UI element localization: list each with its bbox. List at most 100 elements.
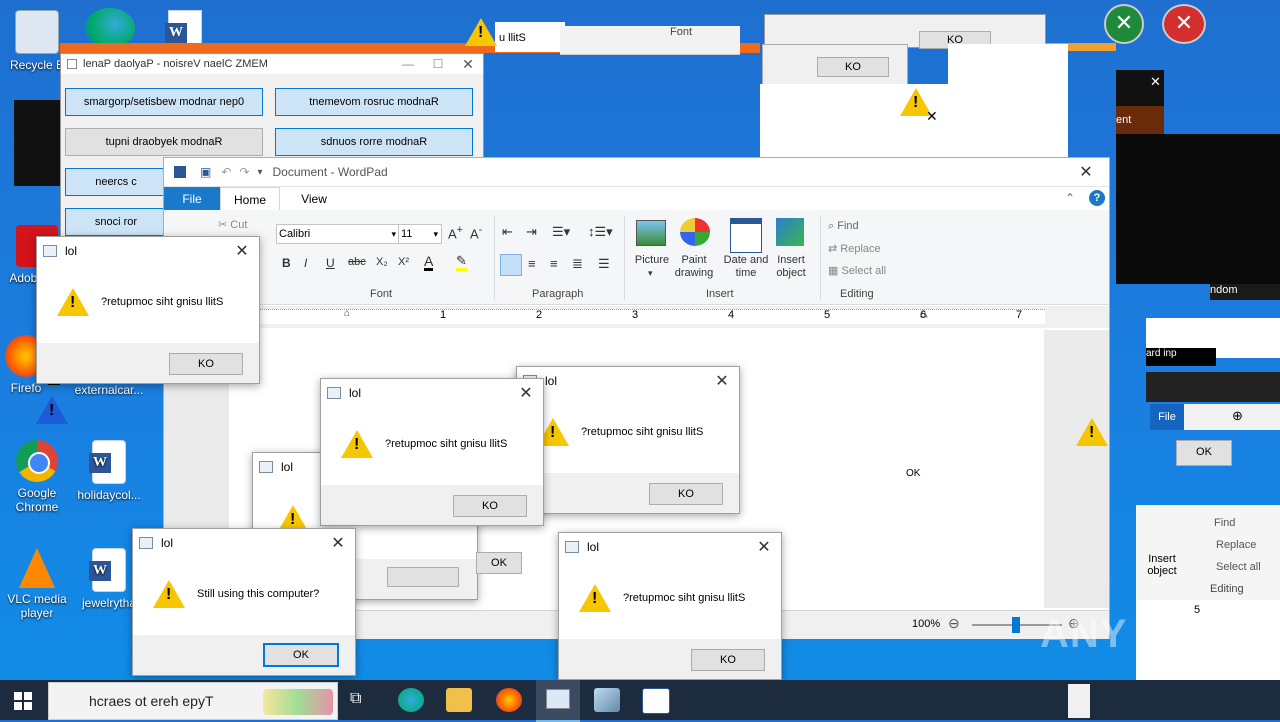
- quick-access-dropdown-icon[interactable]: ▾: [257, 167, 262, 178]
- ok-button[interactable]: OK: [906, 468, 920, 479]
- justify-icon[interactable]: ≣: [572, 256, 583, 272]
- white-fragment: ard inp: [1146, 318, 1280, 366]
- file-tab[interactable]: File: [1150, 404, 1184, 430]
- strikethrough-icon[interactable]: abc: [348, 256, 366, 268]
- notepad-icon[interactable]: [594, 688, 620, 712]
- font-color-icon[interactable]: A: [424, 254, 434, 271]
- line-spacing-icon[interactable]: ↕☰▾: [588, 224, 613, 240]
- taskbar-memz-item[interactable]: [536, 680, 580, 722]
- payload-keyboard-input-button[interactable]: tupni draobyek modnaR: [65, 128, 263, 156]
- close-circle-icon: ✕: [1104, 4, 1144, 44]
- close-icon[interactable]: ✕: [926, 108, 938, 125]
- start-button[interactable]: [14, 692, 32, 710]
- indent-marker-icon[interactable]: ⌂: [344, 308, 350, 319]
- holidaycol-doc-icon[interactable]: holidaycol...: [72, 440, 146, 502]
- google-chrome-icon[interactable]: Google Chrome: [0, 440, 74, 514]
- right-indent-marker-icon[interactable]: △: [920, 308, 928, 319]
- paint-drawing-button[interactable]: Paint drawing: [670, 254, 718, 280]
- find-button[interactable]: ⌕ Find: [828, 220, 859, 233]
- help-icon[interactable]: ?: [1089, 190, 1105, 206]
- tab-file[interactable]: File: [164, 187, 220, 211]
- wordpad-icon[interactable]: [642, 688, 670, 714]
- redo-icon[interactable]: ↷: [239, 165, 249, 179]
- close-icon[interactable]: ✕: [747, 537, 781, 557]
- tab-view[interactable]: View: [292, 187, 336, 211]
- zoom-slider-thumb[interactable]: [1012, 617, 1020, 633]
- align-center-icon[interactable]: ≡: [528, 256, 536, 271]
- superscript-icon[interactable]: X²: [398, 256, 409, 268]
- align-left-icon[interactable]: [500, 254, 522, 276]
- grow-font-icon[interactable]: A+: [448, 224, 463, 241]
- subscript-icon[interactable]: X₂: [376, 256, 388, 268]
- insert-object-button[interactable]: Insert object: [770, 254, 812, 280]
- edge-icon[interactable]: [398, 688, 424, 712]
- payload-invert-screen-button[interactable]: neercs c: [65, 168, 167, 196]
- collapse-ribbon-icon[interactable]: ⌃: [1065, 191, 1075, 205]
- ok-button[interactable]: OK: [263, 643, 339, 667]
- insert-object-icon[interactable]: [776, 218, 804, 246]
- ok-button[interactable]: OK: [476, 552, 522, 574]
- payload-error-sounds-button[interactable]: sdnuos rorre modnaR: [275, 128, 473, 156]
- ok-button[interactable]: KO: [649, 483, 723, 505]
- font-family-value: Calibri: [279, 228, 311, 240]
- tab-home[interactable]: Home: [220, 187, 280, 212]
- picture-icon[interactable]: [636, 220, 666, 246]
- find-button[interactable]: Find: [1214, 517, 1235, 529]
- close-icon[interactable]: ✕: [453, 56, 483, 73]
- search-box[interactable]: hcraes ot ereh epyT: [48, 682, 338, 720]
- font-family-select[interactable]: Calibri ▾: [276, 224, 400, 244]
- increase-indent-icon[interactable]: ⇥: [526, 224, 537, 240]
- highlight-icon[interactable]: ✎: [456, 254, 467, 271]
- payload-open-websites-button[interactable]: smargorp/setisbew modnar nep0: [65, 88, 263, 116]
- select-all-button[interactable]: ▦ Select all: [828, 264, 886, 277]
- minimize-icon[interactable]: —: [393, 57, 423, 71]
- italic-icon[interactable]: I: [304, 256, 307, 270]
- date-time-button[interactable]: Date and time: [720, 254, 772, 280]
- vlc-icon[interactable]: VLC media player: [0, 548, 74, 620]
- ok-button[interactable]: [387, 567, 459, 587]
- dialog-message: ?retupmoc siht gnisu llitS: [581, 426, 704, 438]
- font-size-select[interactable]: 11 ▾: [398, 224, 442, 244]
- edge-icon[interactable]: [85, 8, 135, 48]
- close-icon[interactable]: ✕: [321, 533, 355, 553]
- close-icon[interactable]: ✕: [1063, 162, 1109, 182]
- ko-button[interactable]: KO: [817, 57, 889, 77]
- close-icon[interactable]: ✕: [509, 383, 543, 403]
- select-all-button[interactable]: Select all: [1216, 561, 1261, 573]
- decrease-indent-icon[interactable]: ⇤: [502, 224, 513, 240]
- align-right-icon[interactable]: ≡: [550, 256, 558, 271]
- cut-label: Cut: [230, 219, 248, 231]
- font-fragment: Font: [560, 26, 740, 55]
- picture-button[interactable]: Picture: [632, 254, 672, 266]
- task-view-icon[interactable]: ⧉: [350, 690, 361, 708]
- maximize-icon[interactable]: ☐: [423, 57, 453, 71]
- payload-random-icons-button[interactable]: snoci ror: [65, 208, 167, 236]
- payload-cursor-movement-button[interactable]: tnemevom rosruc modnaR: [275, 88, 473, 116]
- close-icon[interactable]: ✕: [225, 241, 259, 261]
- save-icon[interactable]: ▣: [200, 165, 211, 179]
- shrink-font-icon[interactable]: A-: [470, 224, 482, 241]
- zoom-out-icon[interactable]: ⊖: [948, 615, 960, 632]
- ok-button[interactable]: KO: [691, 649, 765, 671]
- replace-button[interactable]: Replace: [1216, 539, 1256, 551]
- close-icon[interactable]: ✕: [705, 371, 739, 391]
- word-doc-icon[interactable]: [165, 10, 202, 46]
- bullets-icon[interactable]: ☰▾: [552, 224, 570, 240]
- undo-icon[interactable]: ↶: [221, 165, 231, 179]
- file-explorer-icon[interactable]: [446, 688, 472, 712]
- ok-button[interactable]: OK: [1176, 440, 1232, 466]
- firefox-icon[interactable]: [496, 688, 522, 712]
- calendar-icon[interactable]: [730, 218, 762, 253]
- cut-button[interactable]: ✂ Cut: [218, 218, 247, 231]
- ok-button[interactable]: KO: [169, 353, 243, 375]
- bold-icon[interactable]: B: [282, 256, 291, 270]
- insert-object-button[interactable]: Insert object: [1142, 553, 1182, 577]
- paint-drawing-icon[interactable]: [680, 218, 710, 246]
- wordpad-app-icon: [174, 166, 186, 178]
- ok-button[interactable]: KO: [453, 495, 527, 517]
- replace-button[interactable]: ⇄ Replace: [828, 242, 881, 255]
- underline-icon[interactable]: U: [326, 256, 335, 270]
- show-desktop-area[interactable]: [1068, 684, 1090, 718]
- dialog-lol: lol ✕ ?retupmoc siht gnisu llitS KO: [36, 236, 260, 384]
- paragraph-icon[interactable]: ☰: [598, 256, 610, 272]
